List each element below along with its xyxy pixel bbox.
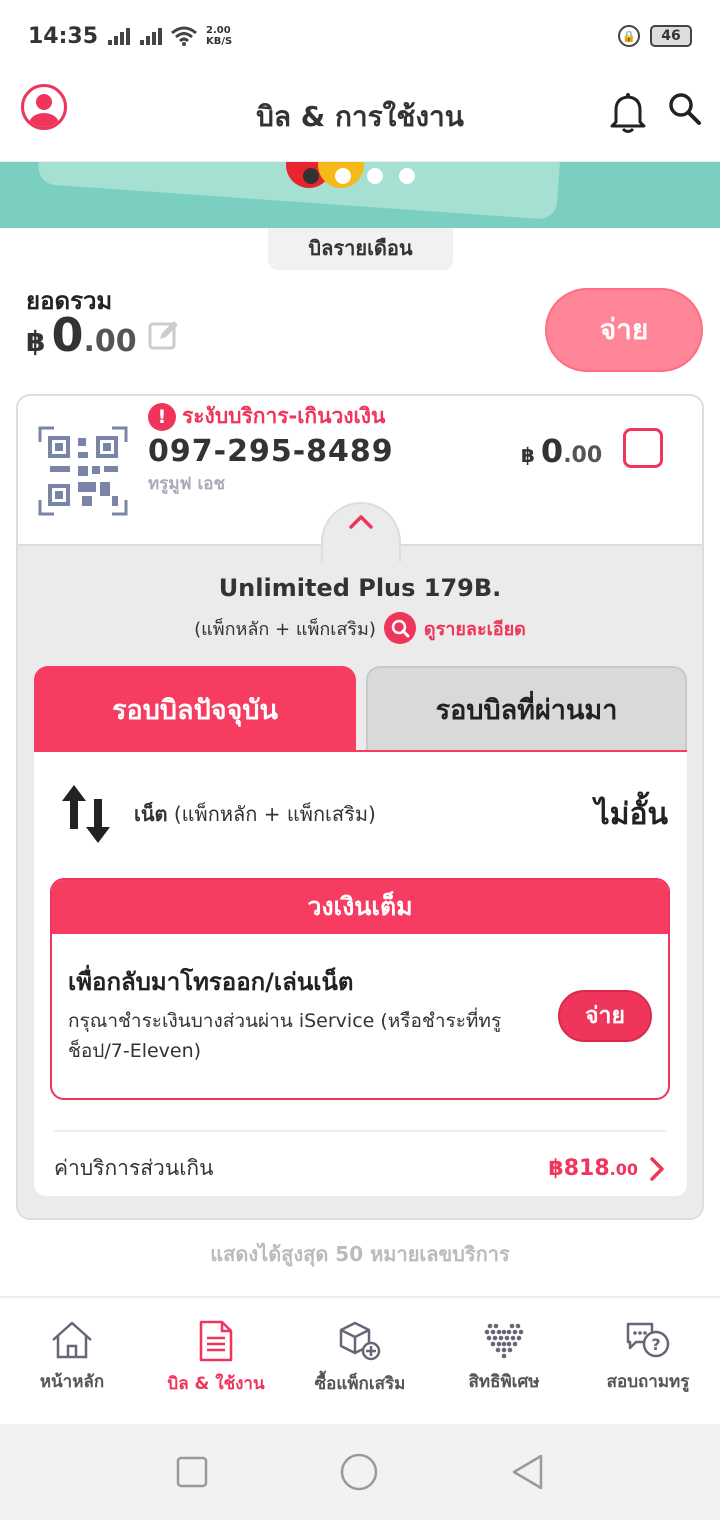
home-icon <box>52 1321 92 1359</box>
total-decimal: .00 <box>83 324 137 359</box>
nav-home-label: หน้าหลัก <box>39 1372 105 1392</box>
warning-text: ระงับบริการ-เกินวงเงิน <box>182 404 386 428</box>
overage-label: ค่าบริการส่วนเกิน <box>54 1156 214 1180</box>
nav-home[interactable]: หน้าหลัก <box>0 1298 144 1424</box>
nav-privileges[interactable]: สิทธิพิเศษ <box>432 1298 576 1424</box>
suspension-warning: ! ระงับบริการ-เกินวงเงิน <box>148 400 385 433</box>
pay-credit-button[interactable]: จ่าย <box>558 990 652 1042</box>
bottom-nav: หน้าหลัก บิล & ใช้งาน ซื้อแพ็กเสริม สิทธ… <box>0 1296 720 1424</box>
system-nav-bar <box>0 1424 720 1520</box>
nav-privileges-label: สิทธิพิเศษ <box>468 1372 540 1392</box>
status-time: 14:35 <box>28 23 99 49</box>
wifi-icon <box>171 26 197 46</box>
search-icon[interactable] <box>668 92 702 126</box>
magnifier-icon[interactable] <box>383 612 416 644</box>
total-currency: ฿ <box>26 325 46 358</box>
billing-cycle-tabs: รอบบิลปัจจุบัน รอบบิลที่ผ่านมา <box>34 666 687 768</box>
carousel-dots <box>303 168 415 184</box>
phone-number: 097-295-8489 <box>148 434 394 469</box>
nav-ask-true[interactable]: ? สอบถามทรู <box>576 1298 720 1424</box>
view-details-link[interactable]: ดูรายละเอียด <box>424 614 526 643</box>
carousel-dot[interactable] <box>335 168 351 184</box>
tab-current-label: รอบบิลปัจจุบัน <box>112 694 278 726</box>
overage-row[interactable]: ค่าบริการส่วนเกิน ฿818 .00 <box>54 1130 666 1185</box>
account-amount: ฿ 0 .00 <box>521 432 602 470</box>
account-integer: 0 <box>540 432 564 470</box>
signal-icon <box>108 27 131 45</box>
package-name: Unlimited Plus 179B. <box>218 574 502 602</box>
svg-text:?: ? <box>651 1335 660 1354</box>
net-label: เน็ต (แพ็กหลัก + แพ็กเสริม) <box>134 798 376 830</box>
account-type: ทรูมูฟ เอช <box>148 474 226 494</box>
net-label-rest: (แพ็กหลัก + แพ็กเสริม) <box>167 802 376 826</box>
credit-limit-box: วงเงินเต็ม เพื่อกลับมาโทรออก/เล่นเน็ต กร… <box>50 878 670 1100</box>
carousel-dot[interactable] <box>399 168 415 184</box>
net-label-bold: เน็ต <box>134 802 168 826</box>
warning-icon: ! <box>148 402 176 431</box>
bell-icon[interactable] <box>608 90 648 134</box>
total-integer: 0 <box>51 308 84 362</box>
home-button-icon[interactable] <box>340 1453 378 1491</box>
status-bar: 14:35 2.00 KB/S 🔒 46 <box>0 0 720 72</box>
package-sub-text: (แพ็กหลัก + แพ็กเสริม) <box>194 618 376 640</box>
chevron-right-icon[interactable] <box>648 1156 666 1182</box>
net-value: ไม่อั้น <box>594 796 668 832</box>
usage-panel: เน็ต (แพ็กหลัก + แพ็กเสริม) ไม่อั้น วงเง… <box>34 752 687 1196</box>
rotation-lock-icon: 🔒 <box>618 25 640 47</box>
net-speed: 2.00 KB/S <box>206 25 232 47</box>
battery-icon: 46 <box>650 25 692 47</box>
nav-buy-addon-label: ซื้อแพ็กเสริม <box>314 1374 406 1394</box>
max-numbers-note: แสดงได้สูงสุด 50 หมายเลขบริการ <box>210 1242 510 1266</box>
overage-decimal: .00 <box>609 1160 638 1179</box>
account-checkbox[interactable] <box>623 428 663 468</box>
carousel-dot[interactable] <box>303 168 319 184</box>
account-card: ! ระงับบริการ-เกินวงเงิน 097-295-8489 ทร… <box>16 394 704 1220</box>
signal-icon-2 <box>140 27 163 45</box>
qr-code-icon[interactable] <box>38 426 128 516</box>
tab-current-cycle[interactable]: รอบบิลปัจจุบัน <box>34 666 356 768</box>
package-sub: (แพ็กหลัก + แพ็กเสริม) ดูรายละเอียด <box>18 612 702 644</box>
credit-title: เพื่อกลับมาโทรออก/เล่นเน็ต <box>68 968 354 996</box>
credit-header: วงเงินเต็ม <box>52 880 668 934</box>
tab-past-cycle[interactable]: รอบบิลที่ผ่านมา <box>366 666 687 750</box>
nav-ask-true-label: สอบถามทรู <box>606 1372 690 1392</box>
total-amount: ฿ 0 .00 <box>26 308 137 362</box>
credit-text: กรุณาชำระเงินบางส่วนผ่าน iService (หรือช… <box>68 1010 502 1062</box>
net-usage-row: เน็ต (แพ็กหลัก + แพ็กเสริม) ไม่อั้น <box>58 784 668 844</box>
profile-icon[interactable] <box>21 84 67 130</box>
box-plus-icon <box>339 1321 381 1361</box>
account-currency: ฿ <box>521 443 535 467</box>
collapse-button[interactable] <box>321 502 401 562</box>
heart-dots-icon <box>484 1323 524 1359</box>
nav-buy-addon[interactable]: ซื้อแพ็กเสริม <box>288 1298 432 1424</box>
recents-icon[interactable] <box>176 1456 208 1488</box>
overage-amount: ฿818 .00 <box>548 1156 638 1181</box>
carousel-dot[interactable] <box>367 168 383 184</box>
net-speed-value: 2.00 <box>206 25 231 36</box>
chevron-up-icon <box>349 515 373 529</box>
chat-question-icon: ? <box>626 1322 670 1358</box>
tab-monthly-bill[interactable]: บิลรายเดือน <box>268 228 453 270</box>
nav-bill[interactable]: บิล & ใช้งาน <box>144 1298 288 1424</box>
back-icon[interactable] <box>510 1453 544 1491</box>
nav-bill-label: บิล & ใช้งาน <box>167 1374 265 1394</box>
bill-icon <box>199 1320 233 1362</box>
edit-icon[interactable] <box>148 319 180 351</box>
data-transfer-icon <box>62 785 110 843</box>
account-decimal: .00 <box>563 443 603 468</box>
app-header: บิล & การใช้งาน <box>0 72 720 162</box>
overage-integer: ฿818 <box>548 1156 610 1181</box>
pay-total-button[interactable]: จ่าย <box>545 288 703 372</box>
net-speed-unit: KB/S <box>206 36 233 47</box>
